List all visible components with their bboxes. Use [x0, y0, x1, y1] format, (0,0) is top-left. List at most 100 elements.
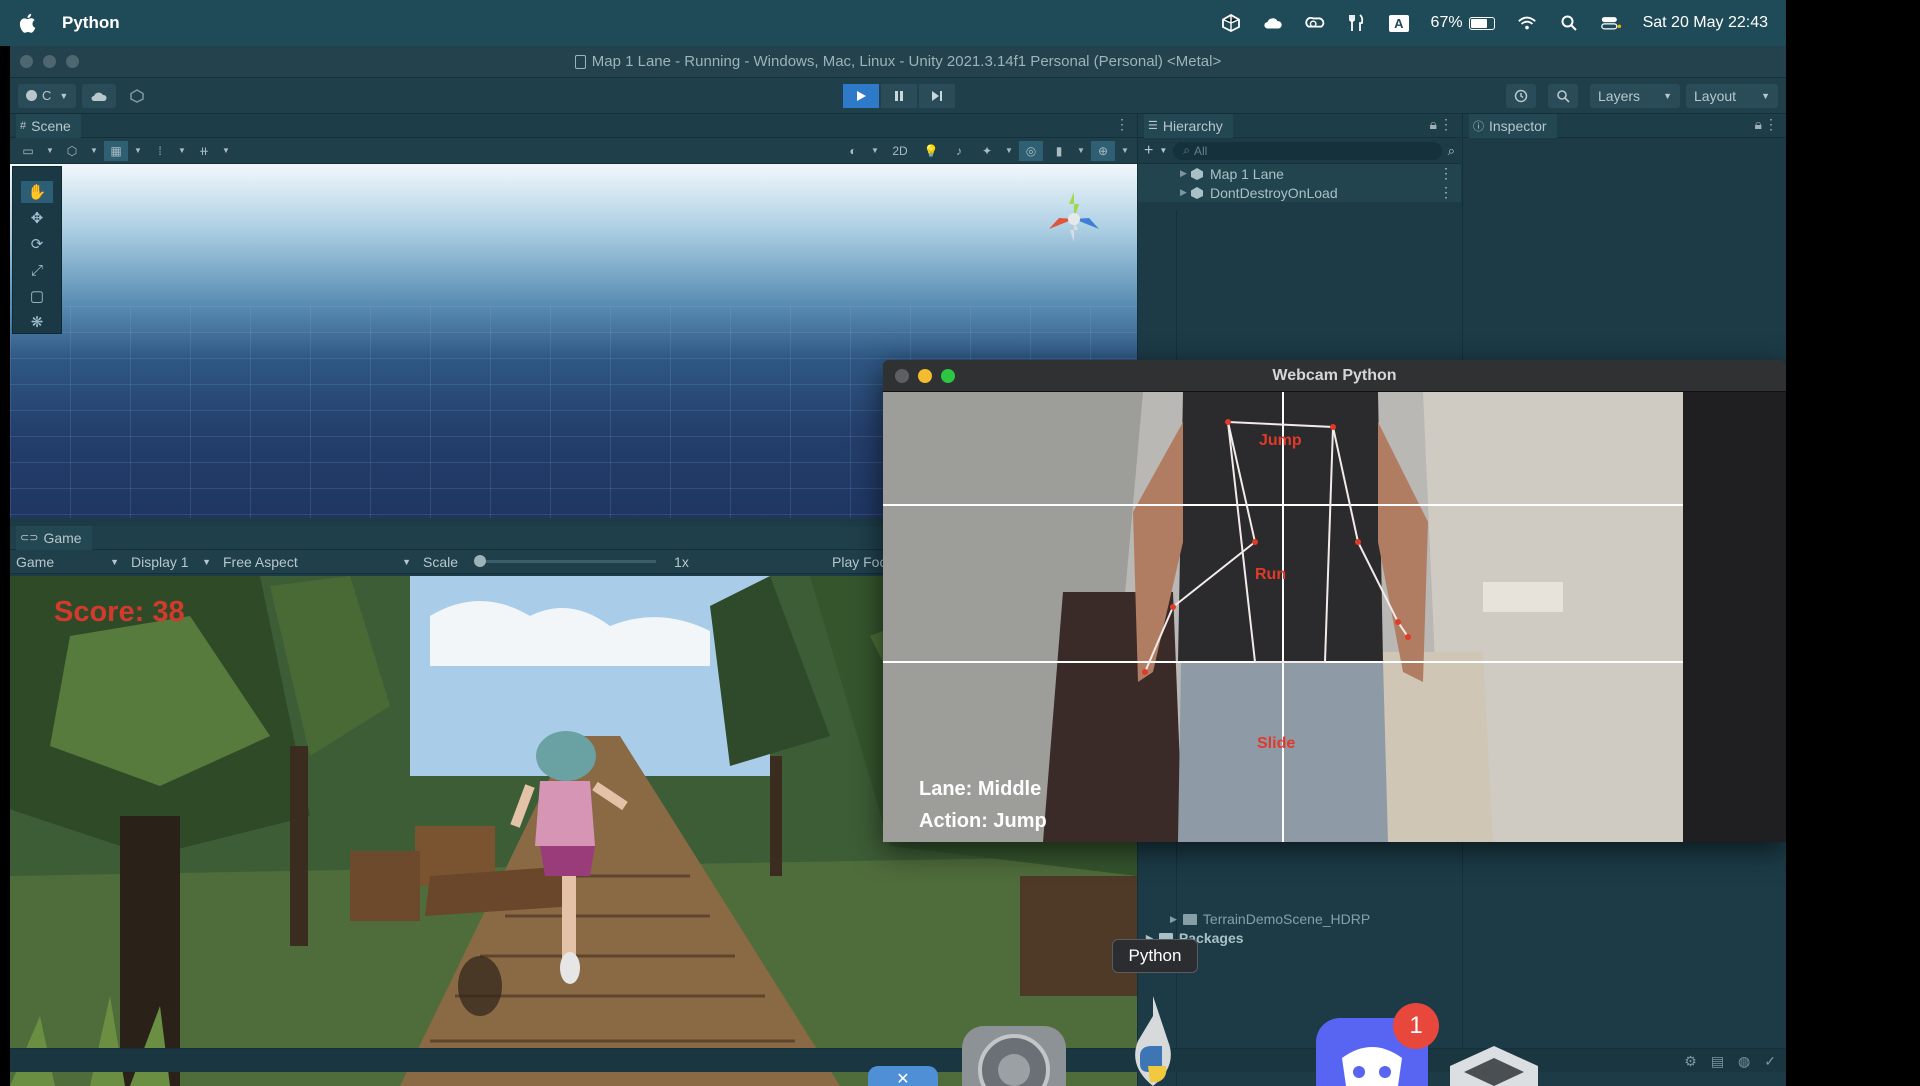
hand-tool-icon[interactable]: ✋ — [21, 181, 53, 203]
spotlight-search-icon[interactable] — [1559, 14, 1579, 32]
step-button[interactable] — [919, 84, 955, 108]
transform-tool-icon[interactable]: ❋ — [21, 311, 53, 333]
expand-arrow-icon[interactable]: ▶ — [1170, 914, 1177, 925]
transform-tool-palette: ✋ ✥ ⟳ ⤢ ▢ ❋ — [12, 166, 62, 334]
battery-status[interactable]: 67% — [1431, 14, 1495, 32]
wifi-icon[interactable] — [1517, 14, 1537, 32]
creative-cloud-icon[interactable] — [1305, 14, 1325, 32]
tab-inspector[interactable]: ⓘ Inspector — [1469, 113, 1557, 138]
add-icon[interactable]: + — [1144, 142, 1153, 160]
effects-icon[interactable]: ✦ — [975, 141, 999, 161]
gizmos-icon[interactable]: ⊕ — [1091, 140, 1115, 161]
lock-icon[interactable]: 🔒︎ — [1755, 116, 1762, 133]
status-icons: ⚙ ▤ ◍ ✓ — [1684, 1053, 1776, 1070]
shading-dropdown-icon[interactable]: ▼ — [869, 141, 881, 161]
draw-mode-dropdown-icon[interactable]: ▼ — [44, 141, 56, 161]
rotate-tool-icon[interactable]: ⟳ — [21, 233, 53, 255]
orientation-gizmo[interactable] — [1039, 184, 1109, 254]
layers-dropdown[interactable]: Layers ▼ — [1590, 83, 1680, 108]
lock-icon[interactable]: 🔒︎ — [1430, 116, 1437, 133]
shape-icon[interactable]: ⬡ — [60, 141, 84, 161]
play-button[interactable] — [843, 84, 879, 108]
aspect-label: Free Aspect — [223, 553, 298, 570]
display-dropdown[interactable]: Display 1 ▼ — [125, 554, 217, 570]
cache-icon[interactable]: ▤ — [1711, 1053, 1724, 1070]
search-button[interactable] — [1548, 83, 1578, 108]
unity-status-icon[interactable] — [1221, 14, 1241, 32]
shading-mode-icon[interactable]: ◐ — [841, 141, 865, 161]
network-icon[interactable]: ◍ — [1738, 1053, 1750, 1070]
scene-toolbar-right: ◐ ▼ 2D 💡 ♪ ✦ ▼ ◎ ▮ ▼ ⊕ ▼ — [841, 140, 1131, 161]
audio-icon[interactable]: ♪ — [947, 141, 971, 161]
draw-mode-button[interactable]: ▭ — [16, 141, 40, 161]
search-icon: ⌕ — [1183, 143, 1190, 157]
main-toolbar: C ▼ Layers ▼ Layout ▼ — [10, 78, 1786, 114]
hierarchy-tab-bar: ☰ Hierarchy 🔒︎ ⋮ — [1138, 113, 1461, 138]
add-dropdown-icon[interactable]: ▼ — [1159, 146, 1167, 155]
scale-label: Scale — [423, 553, 459, 570]
input-source-indicator[interactable]: A — [1389, 14, 1409, 32]
collab-button[interactable] — [122, 84, 152, 108]
lighting-icon[interactable]: 💡 — [919, 141, 943, 161]
scale-slider[interactable] — [474, 555, 657, 567]
tab-scene[interactable]: # Scene — [16, 113, 81, 138]
more-options-icon[interactable]: ⋮ — [1439, 165, 1453, 182]
hierarchy-search-input[interactable]: ⌕ All — [1173, 141, 1442, 160]
snap-icon[interactable]: ⁞ — [148, 141, 172, 161]
increment-dropdown-icon[interactable]: ▼ — [220, 141, 232, 161]
bug-icon[interactable]: ⚙ — [1684, 1053, 1697, 1070]
control-center-icon[interactable] — [1600, 14, 1621, 32]
more-options-icon[interactable]: ⋮ — [1115, 116, 1129, 133]
hierarchy-search-placeholder: All — [1194, 143, 1208, 158]
tab-hierarchy[interactable]: ☰ Hierarchy — [1144, 113, 1233, 138]
game-mode-dropdown[interactable]: Game ▼ — [10, 554, 125, 570]
cloud-button[interactable] — [82, 83, 117, 108]
more-options-icon[interactable]: ⋮ — [1439, 116, 1453, 133]
layers-label: Layers — [1598, 87, 1641, 104]
rect-tool-icon[interactable]: ▢ — [21, 285, 53, 307]
tab-game[interactable]: ⊂⊃ Game — [16, 525, 92, 550]
hidden-objects-icon[interactable]: ◎ — [1019, 140, 1043, 161]
clock[interactable]: Sat 20 May 22:43 — [1643, 14, 1768, 32]
project-item-terrain[interactable]: ▶ TerrainDemoScene_HDRP — [1170, 911, 1370, 927]
chevron-down-icon: ▼ — [1761, 90, 1770, 101]
active-app-name[interactable]: Python — [62, 13, 120, 33]
layout-dropdown[interactable]: Layout ▼ — [1686, 83, 1778, 108]
cloud-icon[interactable] — [1263, 14, 1283, 32]
grid-visibility-button[interactable]: ▦ — [104, 140, 128, 161]
hierarchy-item-map[interactable]: ▶ Map 1 Lane ⋮ — [1138, 164, 1461, 183]
webcam-image — [883, 392, 1683, 842]
toggle-2d-button[interactable]: 2D — [885, 141, 915, 161]
more-options-icon[interactable]: ⋮ — [1764, 116, 1778, 133]
python-dock-icon[interactable] — [1128, 996, 1178, 1086]
aspect-dropdown[interactable]: Free Aspect ▼ — [217, 554, 417, 570]
xcode-dock-icon[interactable]: ✕ — [868, 1062, 938, 1086]
more-options-icon[interactable]: ⋮ — [1439, 184, 1453, 201]
system-preferences-dock-icon[interactable] — [962, 1026, 1066, 1086]
snap-dropdown-icon[interactable]: ▼ — [176, 141, 188, 161]
camera-dropdown-icon[interactable]: ▼ — [1075, 141, 1087, 161]
scale-slider-knob[interactable] — [474, 555, 487, 567]
expand-arrow-icon[interactable]: ▶ — [1180, 168, 1187, 179]
fork-knife-icon[interactable] — [1347, 14, 1367, 32]
increment-snap-icon[interactable]: ⧺ — [192, 141, 216, 161]
unity-hub-dock-icon[interactable] — [1446, 1044, 1542, 1086]
account-dropdown[interactable]: C ▼ — [18, 83, 77, 108]
scene-search-icon[interactable]: ⌕ — [1448, 143, 1455, 159]
apple-menu-icon[interactable] — [18, 12, 38, 34]
effects-dropdown-icon[interactable]: ▼ — [1003, 141, 1015, 161]
camera-icon[interactable]: ▮ — [1047, 141, 1071, 161]
info-icon: ⓘ — [1473, 120, 1484, 133]
hierarchy-item-dontdestroy[interactable]: ▶ DontDestroyOnLoad ⋮ — [1138, 183, 1461, 202]
expand-arrow-icon[interactable]: ▶ — [1180, 187, 1187, 198]
webcam-title-bar: Webcam Python — [883, 360, 1786, 392]
gizmos-dropdown-icon[interactable]: ▼ — [1119, 141, 1131, 161]
undo-history-button[interactable] — [1506, 83, 1536, 108]
display-label: Display 1 — [131, 553, 189, 570]
grid-dropdown-icon[interactable]: ▼ — [132, 141, 144, 161]
pause-button[interactable] — [881, 84, 917, 108]
move-tool-icon[interactable]: ✥ — [21, 207, 53, 229]
shape-dropdown-icon[interactable]: ▼ — [88, 141, 100, 161]
scale-tool-icon[interactable]: ⤢ — [21, 259, 53, 281]
check-icon[interactable]: ✓ — [1764, 1053, 1776, 1070]
